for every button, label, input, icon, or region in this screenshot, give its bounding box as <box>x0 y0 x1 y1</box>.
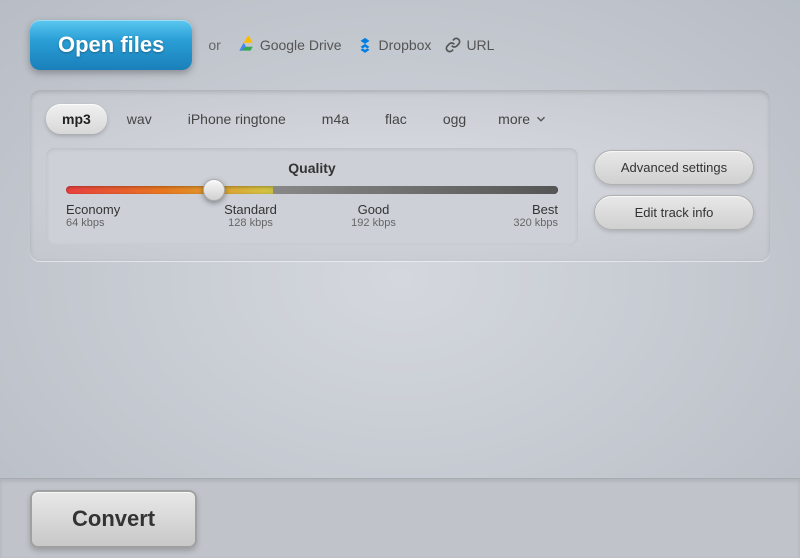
dropbox-icon <box>356 36 374 54</box>
google-drive-icon <box>237 36 255 54</box>
open-files-button[interactable]: Open files <box>30 20 192 70</box>
good-kbps: 192 kbps <box>312 217 435 229</box>
tab-more[interactable]: more <box>486 104 560 134</box>
quality-label: Quality <box>66 160 558 176</box>
cloud-links: Google Drive Dropbox URL <box>237 36 495 54</box>
link-icon <box>445 37 461 53</box>
tab-iphone-ringtone[interactable]: iPhone ringtone <box>172 104 302 134</box>
url-label: URL <box>466 37 494 53</box>
url-link[interactable]: URL <box>445 37 494 53</box>
format-area: mp3 wav iPhone ringtone m4a flac ogg mor… <box>30 90 770 261</box>
tab-m4a[interactable]: m4a <box>306 104 365 134</box>
quality-panel: Quality Economy 64 kbps Standard 128 kbp… <box>46 148 578 245</box>
standard-name: Standard <box>189 202 312 217</box>
quality-good: Good 192 kbps <box>312 202 435 229</box>
quality-labels: Economy 64 kbps Standard 128 kbps Good 1… <box>66 202 558 229</box>
advanced-settings-button[interactable]: Advanced settings <box>594 150 754 185</box>
dropbox-link[interactable]: Dropbox <box>356 36 432 54</box>
quality-economy: Economy 64 kbps <box>66 202 189 229</box>
side-buttons: Advanced settings Edit track info <box>594 148 754 230</box>
economy-name: Economy <box>66 202 189 217</box>
quality-slider-thumb[interactable] <box>203 179 225 201</box>
best-name: Best <box>435 202 558 217</box>
slider-container <box>66 186 558 194</box>
quality-and-settings: Quality Economy 64 kbps Standard 128 kbp… <box>46 148 754 245</box>
tab-ogg[interactable]: ogg <box>427 104 482 134</box>
convert-button[interactable]: Convert <box>30 490 197 548</box>
top-bar: Open files or Google Drive Dropbox <box>30 20 770 70</box>
or-text: or <box>208 37 220 53</box>
edit-track-info-button[interactable]: Edit track info <box>594 195 754 230</box>
slider-track <box>66 186 558 194</box>
bottom-bar: Convert <box>0 478 800 558</box>
tab-wav[interactable]: wav <box>111 104 168 134</box>
quality-standard: Standard 128 kbps <box>189 202 312 229</box>
google-drive-label: Google Drive <box>260 37 342 53</box>
dropbox-label: Dropbox <box>379 37 432 53</box>
economy-kbps: 64 kbps <box>66 217 189 229</box>
best-kbps: 320 kbps <box>435 217 558 229</box>
tab-mp3[interactable]: mp3 <box>46 104 107 134</box>
slider-track-gray <box>273 186 558 194</box>
standard-kbps: 128 kbps <box>189 217 312 229</box>
quality-best: Best 320 kbps <box>435 202 558 229</box>
tab-flac[interactable]: flac <box>369 104 423 134</box>
chevron-down-icon <box>534 112 548 126</box>
format-tabs: mp3 wav iPhone ringtone m4a flac ogg mor… <box>46 104 754 134</box>
good-name: Good <box>312 202 435 217</box>
google-drive-link[interactable]: Google Drive <box>237 36 342 54</box>
more-label: more <box>498 111 530 127</box>
main-content: Open files or Google Drive Dropbox <box>0 0 800 478</box>
